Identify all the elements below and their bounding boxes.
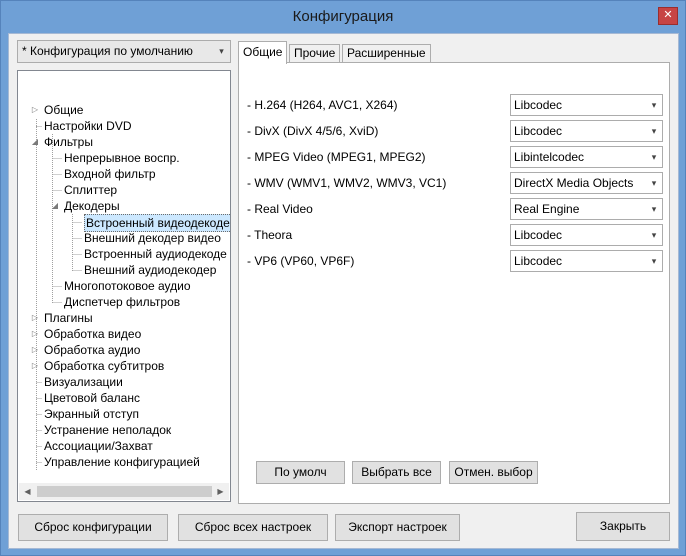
tree-item-label: Фильтры [44,135,93,149]
codec-select-theora[interactable]: Libcodec ▾ [510,224,663,246]
tree-item-label: Декодеры [64,199,120,213]
codec-label: - VP6 (VP60, VP6F) [247,254,355,268]
tree-item-label: Обработка видео [44,327,142,341]
configuration-window: Конфигурация ✕ * Конфигурация по умолчан… [0,0,686,556]
general-tab-panel: - H.264 (H264, AVC1, X264) Libcodec ▾ - … [238,62,670,504]
codec-select-vp6[interactable]: Libcodec ▾ [510,250,663,272]
codec-select-divx[interactable]: Libcodec ▾ [510,120,663,142]
expand-arrow-icon[interactable]: ▷ [30,310,40,326]
tree-item-label: Общие [44,103,84,117]
deselect-button[interactable]: Отмен. выбор [449,461,538,484]
tab-other[interactable]: Прочие [289,44,341,63]
scroll-right-icon[interactable]: ▶ [212,483,229,500]
tree-item-label: Устранение неполадок [44,423,172,437]
chevron-down-icon: ▾ [651,100,657,110]
preset-combobox[interactable]: * Конфигурация по умолчанию ▾ [17,40,231,63]
codec-label: - Theora [247,228,293,242]
codec-select-value: Libintelcodec [514,150,585,164]
tree-item-label: Встроенный аудиодекоде [84,247,227,261]
tree-item-label: Сплиттер [64,183,118,197]
preset-value: * Конфигурация по умолчанию [22,44,193,58]
codec-select-value: Libcodec [514,124,563,138]
codec-select-value: Real Engine [514,202,580,216]
scrollbar-thumb[interactable] [37,486,212,497]
tree-item-label: Ассоциации/Захват [44,439,153,453]
tree-item-label: Входной фильтр [64,167,156,181]
tree-item-label: Непрерывное воспр. [64,151,180,165]
chevron-down-icon: ▾ [651,178,657,188]
codec-select-mpeg-video[interactable]: Libintelcodec ▾ [510,146,663,168]
chevron-down-icon: ▾ [219,46,224,56]
tree-item-label: Настройки DVD [44,119,132,133]
tree-item-label: Внешний аудиодекодер [84,263,217,277]
chevron-down-icon: ▾ [651,152,657,162]
dialog-body: * Конфигурация по умолчанию ▾ ▷ Общие На… [8,33,679,549]
codec-select-value: Libcodec [514,254,563,268]
tree-item-label: Многопотоковое аудио [64,279,191,293]
tree-item-label: Цветовой баланс [44,391,140,405]
chevron-down-icon: ▾ [651,126,657,136]
expand-arrow-icon[interactable]: ▷ [30,326,40,342]
expand-arrow-icon[interactable]: ▷ [30,342,40,358]
codec-label: - MPEG Video (MPEG1, MPEG2) [247,150,426,164]
codec-select-value: Libcodec [514,98,563,112]
tree-item-label: Визуализации [44,375,123,389]
codec-select-real-video[interactable]: Real Engine ▾ [510,198,663,220]
close-window-button[interactable]: ✕ [658,7,678,25]
codec-select-wmv[interactable]: DirectX Media Objects ▾ [510,172,663,194]
tab-advanced[interactable]: Расширенные [342,44,431,63]
collapse-arrow-icon[interactable]: ◢ [30,134,40,150]
tree-horizontal-scrollbar[interactable]: ◀ ▶ [19,483,229,500]
reset-config-button[interactable]: Сброс конфигурации [18,514,168,541]
expand-arrow-icon[interactable]: ▷ [30,358,40,374]
tree-item-label: Обработка субтитров [44,359,165,373]
tree-item-label: Управление конфигурацией [44,455,200,469]
settings-tree[interactable]: ▷ Общие Настройки DVD ◢ Фильтры Непрерыв… [17,70,231,502]
codec-select-h264[interactable]: Libcodec ▾ [510,94,663,116]
chevron-down-icon: ▾ [651,204,657,214]
tree-item-label: Экранный отступ [44,407,140,421]
reset-all-settings-button[interactable]: Сброс всех настроек [178,514,328,541]
tab-general[interactable]: Общие [238,41,288,64]
tree-item-label: Плагины [44,311,93,325]
export-settings-button[interactable]: Экспорт настроек [335,514,460,541]
select-all-button[interactable]: Выбрать все [352,461,441,484]
codec-select-value: DirectX Media Objects [514,176,634,190]
window-title: Конфигурация [292,8,394,25]
tree-item-label: Диспетчер фильтров [64,295,181,309]
chevron-down-icon: ▾ [651,230,657,240]
close-button[interactable]: Закрыть [576,512,670,541]
collapse-arrow-icon[interactable]: ◢ [50,198,60,214]
tree-item-label: Обработка аудио [44,343,141,357]
expand-arrow-icon[interactable]: ▷ [30,102,40,118]
title-bar[interactable]: Конфигурация ✕ [1,1,685,33]
codec-label: - WMV (WMV1, WMV2, WMV3, VC1) [247,176,447,190]
tree-item-label: Внешний декодер видео [84,231,221,245]
codec-label: - DivX (DivX 4/5/6, XviD) [247,124,379,138]
chevron-down-icon: ▾ [651,256,657,266]
codec-label: - H.264 (H264, AVC1, X264) [247,98,398,112]
codec-select-value: Libcodec [514,228,563,242]
codec-label: - Real Video [247,202,313,216]
scroll-left-icon[interactable]: ◀ [19,483,36,500]
default-button[interactable]: По умолч [256,461,345,484]
